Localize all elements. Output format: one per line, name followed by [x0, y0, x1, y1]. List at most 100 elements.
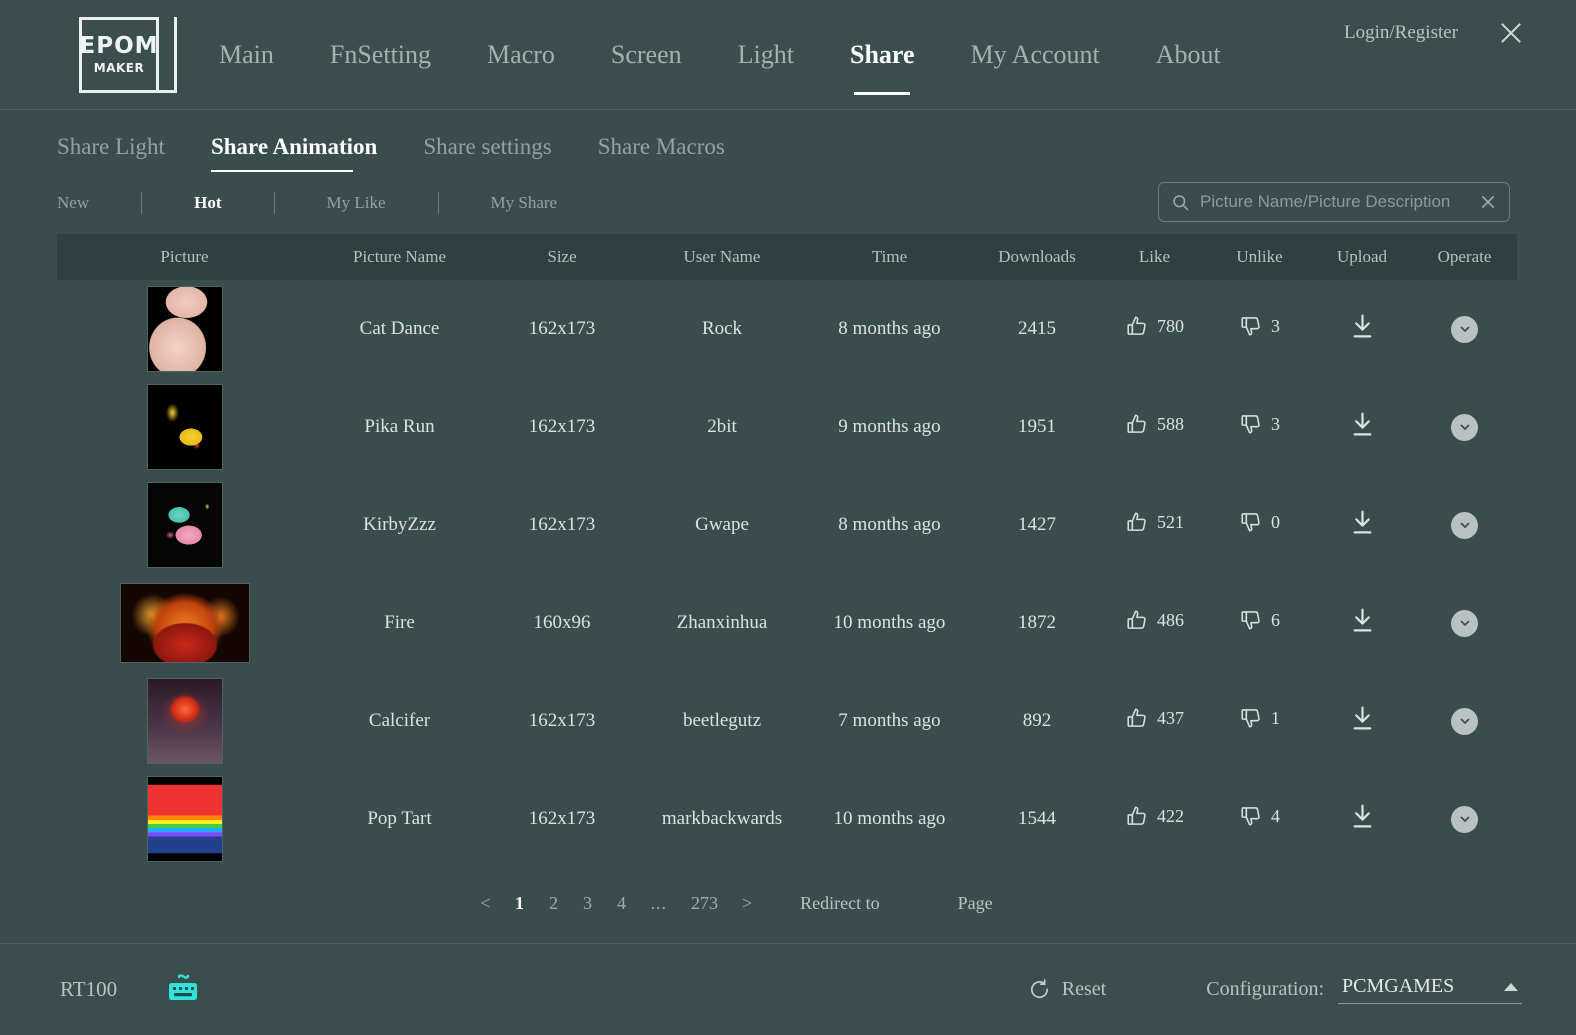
thumbnail-2[interactable]: [146, 384, 223, 470]
tab-share-light[interactable]: Share Light: [57, 134, 187, 172]
like-count: 437: [1157, 707, 1184, 728]
page-last[interactable]: 273: [679, 893, 730, 914]
thumbs-up-icon: [1125, 314, 1150, 339]
thumbnail-6[interactable]: [146, 776, 223, 862]
download-icon[interactable]: [1350, 313, 1375, 340]
filter-my-share[interactable]: My Share: [469, 193, 580, 213]
chevron-down-icon[interactable]: [1451, 413, 1478, 441]
cell-time: 8 months ago: [838, 318, 941, 339]
unlike-count: 4: [1271, 805, 1280, 826]
thumbs-down-icon: [1239, 314, 1264, 339]
thumbs-up-icon: [1125, 804, 1150, 829]
thumbs-up-icon: [1125, 510, 1150, 535]
logo-inner: EPOM MAKER: [79, 33, 159, 75]
like-button[interactable]: 521: [1125, 510, 1184, 535]
page-1[interactable]: 1: [503, 893, 537, 914]
cell-unlike: 0: [1207, 476, 1312, 574]
filter-divider: [273, 192, 275, 214]
bottom-right-controls: Reset Configuration: PCMGAMES: [1028, 975, 1522, 1004]
nav-item-main[interactable]: Main: [191, 0, 302, 109]
nav-item-light[interactable]: Light: [710, 0, 822, 109]
chevron-down-icon[interactable]: [1451, 315, 1478, 343]
like-button[interactable]: 486: [1125, 608, 1184, 633]
cell-size: 162x173: [528, 416, 596, 437]
cell-picture-name: KirbyZzz: [363, 514, 436, 535]
download-icon[interactable]: [1350, 411, 1375, 438]
login-register-link[interactable]: Login/Register: [1344, 22, 1458, 44]
thumbs-up-icon: [1125, 412, 1150, 437]
thumbnail-4[interactable]: [119, 583, 250, 663]
cell-time: 7 months ago: [838, 710, 941, 731]
download-icon[interactable]: [1350, 607, 1375, 634]
unlike-button[interactable]: 6: [1239, 608, 1280, 633]
search-input[interactable]: [1200, 192, 1469, 212]
unlike-count: 3: [1271, 413, 1280, 434]
chevron-down-icon[interactable]: [1451, 609, 1478, 637]
configuration-select[interactable]: PCMGAMES: [1338, 975, 1522, 1004]
chevron-down-icon[interactable]: [1451, 707, 1478, 735]
cell-picture: [57, 378, 312, 476]
logo-text-top: EPOM: [79, 33, 159, 59]
nav-item-macro[interactable]: Macro: [459, 0, 583, 109]
download-icon[interactable]: [1350, 509, 1375, 536]
download-icon[interactable]: [1350, 705, 1375, 732]
download-icon[interactable]: [1350, 803, 1375, 830]
cell-size: 162x173: [528, 514, 596, 535]
like-button[interactable]: 422: [1125, 804, 1184, 829]
redirect-page-input[interactable]: [891, 888, 946, 918]
like-button[interactable]: 780: [1125, 314, 1184, 339]
thumbnail-5[interactable]: [146, 678, 223, 764]
cell-like: 422: [1102, 770, 1207, 868]
unlike-button[interactable]: 4: [1239, 804, 1280, 829]
nav-item-about[interactable]: About: [1128, 0, 1249, 109]
keyboard-icon[interactable]: [165, 973, 201, 1006]
share-sub-tabs: Share Light Share Animation Share settin…: [0, 110, 1576, 172]
page-2[interactable]: 2: [537, 893, 571, 914]
tab-share-animation[interactable]: Share Animation: [210, 134, 399, 172]
like-count: 588: [1157, 413, 1184, 434]
chevron-down-icon[interactable]: [1451, 805, 1478, 833]
refresh-icon: [1028, 978, 1051, 1001]
like-button[interactable]: 437: [1125, 706, 1184, 731]
like-button[interactable]: 588: [1125, 412, 1184, 437]
header-downloads: Downloads: [972, 234, 1102, 280]
caret-up-icon: [1504, 982, 1518, 991]
like-count: 521: [1157, 511, 1184, 532]
unlike-button[interactable]: 3: [1239, 412, 1280, 437]
chevron-down-icon[interactable]: [1451, 511, 1478, 539]
unlike-button[interactable]: 3: [1239, 314, 1280, 339]
cell-operate: [1412, 574, 1517, 672]
filter-divider: [437, 192, 439, 214]
cell-upload: [1312, 574, 1412, 672]
tab-share-macros[interactable]: Share Macros: [598, 134, 747, 172]
pagination: < 1 2 3 4 ... 273 > Redirect to Page: [57, 868, 1514, 938]
unlike-button[interactable]: 1: [1239, 706, 1280, 731]
table-row: Cat Dance 162x173 Rock 8 months ago 2415 780 3: [57, 280, 1517, 378]
cell-upload: [1312, 280, 1412, 378]
page-3[interactable]: 3: [571, 893, 605, 914]
thumbnail-1[interactable]: [146, 286, 223, 372]
filter-hot[interactable]: Hot: [172, 193, 243, 213]
reset-button[interactable]: Reset: [1028, 978, 1106, 1001]
page-next[interactable]: >: [730, 893, 764, 914]
close-icon[interactable]: [1496, 18, 1526, 48]
configuration-value: PCMGAMES: [1342, 975, 1455, 997]
table-header: Picture Picture Name Size User Name Time…: [57, 234, 1517, 280]
filter-new[interactable]: New: [57, 193, 111, 213]
thumbnail-3[interactable]: [146, 482, 223, 568]
nav-item-fnsetting[interactable]: FnSetting: [302, 0, 459, 109]
nav-item-my-account[interactable]: My Account: [943, 0, 1128, 109]
nav-item-share[interactable]: Share: [822, 0, 943, 109]
unlike-button[interactable]: 0: [1239, 510, 1280, 535]
search-box[interactable]: [1158, 182, 1510, 222]
table-header-row: Picture Picture Name Size User Name Time…: [57, 234, 1517, 280]
cell-downloads: 892: [1022, 710, 1052, 731]
clear-icon[interactable]: [1479, 193, 1497, 211]
page-4[interactable]: 4: [605, 893, 639, 914]
page-prev[interactable]: <: [468, 893, 502, 914]
cell-downloads: 1951: [1018, 416, 1056, 437]
tab-share-settings[interactable]: Share settings: [423, 134, 573, 172]
filter-my-like[interactable]: My Like: [305, 193, 408, 213]
nav-item-screen[interactable]: Screen: [583, 0, 710, 109]
cell-picture-name: Calcifer: [368, 710, 431, 731]
